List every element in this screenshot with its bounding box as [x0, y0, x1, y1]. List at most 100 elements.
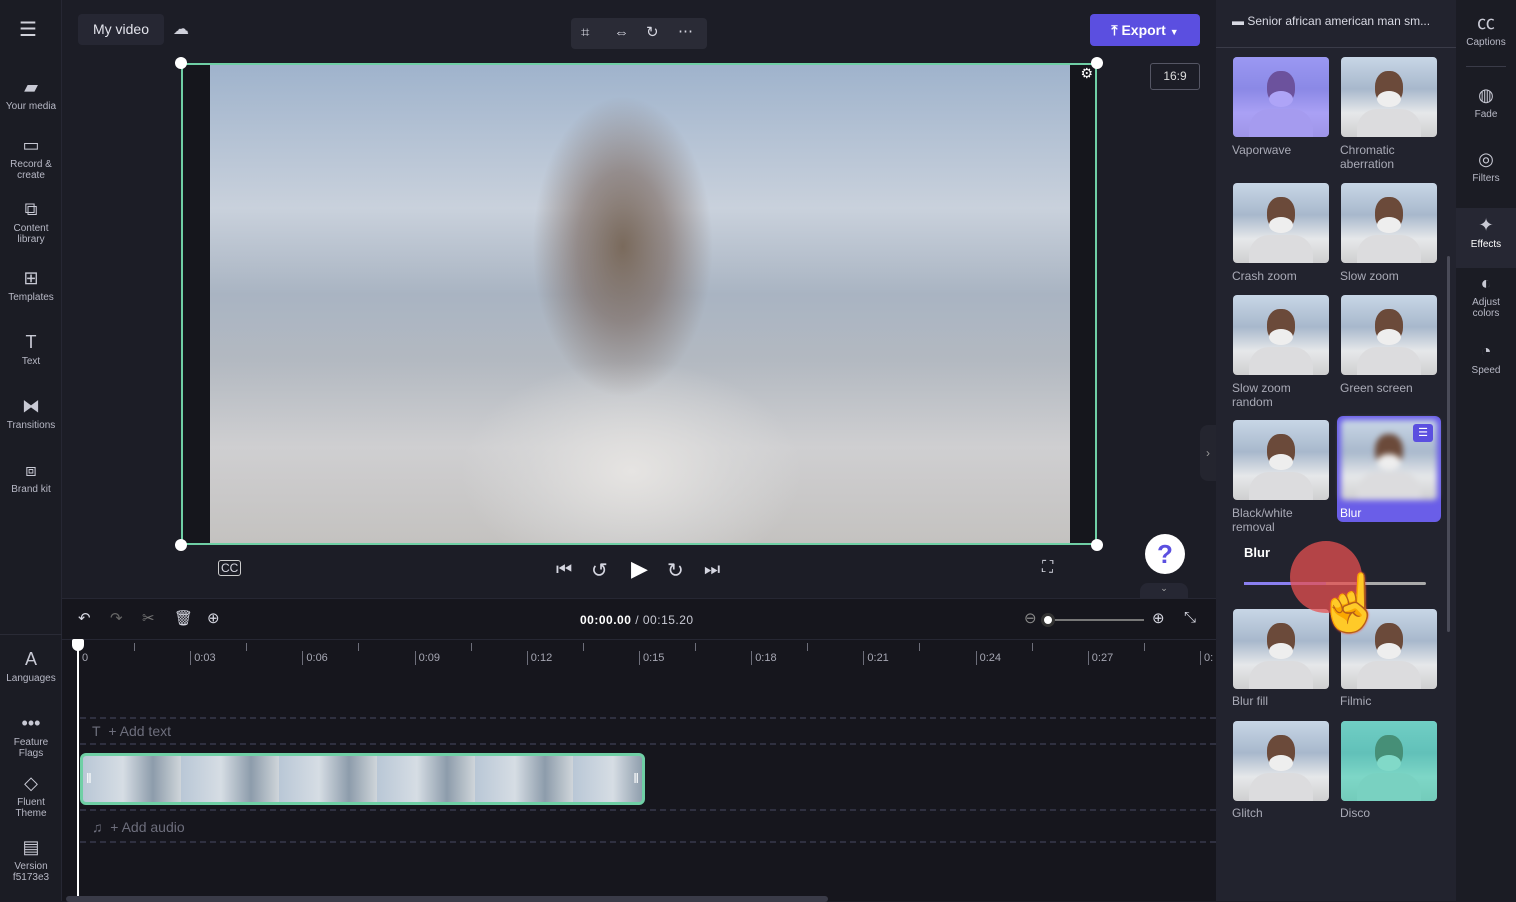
video-canvas[interactable]: ⚙	[181, 63, 1097, 545]
timeline: ↶ ↷ ✂ 🗑 ⊕ 00:00.00 / 00:15.20 ⊖ ⊕ ⤡ 0 0:0…	[62, 598, 1257, 902]
effect-label: Disco	[1340, 806, 1371, 820]
hamburger-menu-icon[interactable]: ☰	[19, 20, 39, 40]
crop-icon[interactable]: ⌗	[581, 24, 589, 41]
fullscreen-icon[interactable]: ⛶	[1042, 559, 1053, 577]
nav-item-languages[interactable]: A Languages	[0, 648, 62, 684]
hand-cursor-icon: ☝	[1315, 571, 1386, 634]
rewind-5-icon[interactable]: ↺	[591, 558, 608, 583]
aspect-ratio-button[interactable]: 16:9	[1150, 63, 1200, 90]
project-title[interactable]: My video	[78, 14, 164, 45]
nav-item-brand-kit[interactable]: ⧈ Brand kit	[0, 459, 62, 495]
effect-label: Slow zoom random	[1232, 381, 1291, 409]
effect-settings-icon[interactable]: ☰	[1413, 424, 1433, 442]
zoom-slider[interactable]	[1046, 619, 1144, 621]
ruler-tick-label: 0	[78, 651, 88, 665]
rail-item-label: Adjust colors	[1472, 297, 1500, 319]
settings-gear-icon[interactable]: ⚙	[1080, 65, 1093, 82]
add-audio-track[interactable]: ♫ + Add audio	[92, 819, 185, 835]
nav-item-content[interactable]: ⧉ Content library	[0, 198, 62, 245]
divider	[0, 634, 62, 635]
resize-handle-top-left[interactable]	[175, 57, 187, 69]
effect-thumbnail-glitch[interactable]	[1233, 721, 1329, 801]
nav-item-transitions[interactable]: ⧓ Transitions	[0, 395, 62, 431]
nav-item-label: Feature Flags	[13, 737, 49, 759]
effect-thumbnail-disco[interactable]	[1341, 721, 1437, 801]
ruler-minor-tick	[807, 643, 809, 651]
ruler-tick-label: 0:24	[975, 651, 1001, 665]
paint-bucket-icon: ◇	[24, 773, 38, 793]
panel-scrollbar[interactable]	[1447, 256, 1450, 632]
rail-item-effects[interactable]: ✦ Effects	[1456, 208, 1516, 268]
nav-item-templates[interactable]: ⊞ Templates	[0, 267, 62, 303]
export-label: Export	[1121, 22, 1166, 38]
rail-item-speed[interactable]: ◔ Speed	[1456, 340, 1516, 376]
video-clip[interactable]: ‖ ‖	[80, 753, 645, 805]
rail-item-adjust[interactable]: ◐ Adjust colors	[1456, 272, 1516, 319]
nav-item-label: Transitions	[6, 420, 56, 431]
nav-item-text[interactable]: T Text	[0, 331, 62, 367]
archive-icon: ▤	[22, 837, 40, 857]
zoom-out-icon[interactable]: ⊖	[1024, 609, 1037, 627]
help-button[interactable]: ?	[1145, 534, 1185, 574]
more-options-icon[interactable]: ⋯	[678, 22, 693, 40]
zoom-in-icon[interactable]: ⊕	[1152, 609, 1165, 627]
nav-item-label: Version f5173e3	[12, 861, 50, 883]
rail-item-label: Fade	[1474, 109, 1498, 120]
nav-item-your-media[interactable]: ▰ Your media	[0, 76, 62, 112]
fade-icon: ◍	[1478, 85, 1494, 105]
effect-thumbnail-blur-fill[interactable]	[1233, 609, 1329, 689]
cut-icon[interactable]: ✂	[142, 609, 155, 627]
export-button[interactable]: ⤒ Export ▼	[1090, 14, 1200, 46]
skip-forward-icon[interactable]: ⏭	[704, 559, 720, 580]
library-icon: ⧉	[24, 199, 38, 219]
fit-icon[interactable]: ⇔	[614, 24, 629, 41]
collapse-right-panel-button[interactable]: ›	[1200, 425, 1216, 481]
forward-5-icon[interactable]: ↻	[667, 558, 684, 583]
nav-item-record[interactable]: ▭ Record & create	[0, 134, 62, 181]
nav-item-label: Text	[21, 356, 41, 367]
divider	[1466, 66, 1506, 67]
rail-item-filters[interactable]: ◎ Filters	[1456, 148, 1516, 184]
effect-thumbnail-green-screen[interactable]	[1341, 295, 1437, 375]
trim-handle-right[interactable]: ‖	[633, 770, 639, 786]
effect-label: Blur fill	[1232, 694, 1269, 708]
effect-thumbnail-slow-zoom[interactable]	[1233, 295, 1329, 375]
fit-timeline-icon[interactable]: ⤡	[1184, 609, 1196, 626]
rail-item-captions[interactable]: ㏄ Captions	[1456, 12, 1516, 48]
rail-item-fade[interactable]: ◍ Fade	[1456, 84, 1516, 120]
skip-back-icon[interactable]: ⏮	[556, 559, 572, 580]
add-to-timeline-icon[interactable]: ⊕	[207, 609, 220, 627]
rail-item-label: Effects	[1470, 239, 1502, 250]
effect-thumbnail-vaporwave[interactable]	[1233, 57, 1329, 137]
collapse-timeline-button[interactable]: ⌄	[1140, 583, 1188, 598]
redo-icon[interactable]: ↷	[110, 609, 123, 627]
trim-handle-left[interactable]: ‖	[86, 770, 92, 786]
zoom-slider-thumb[interactable]	[1041, 613, 1055, 627]
playhead[interactable]	[77, 639, 79, 902]
ruler-tick-label: 0:09	[414, 651, 440, 665]
languages-icon: A	[24, 649, 37, 669]
divider	[80, 717, 1216, 719]
add-text-track[interactable]: T + Add text	[92, 723, 171, 739]
nav-item-fluent[interactable]: ◇ Fluent Theme	[0, 772, 62, 819]
current-time: 00:00.00	[580, 613, 632, 627]
horizontal-scrollbar[interactable]	[66, 896, 828, 902]
play-icon[interactable]: ▶	[631, 556, 648, 582]
effect-thumbnail-chromatic[interactable]	[1341, 57, 1437, 137]
rotate-icon[interactable]: ↻	[646, 23, 659, 41]
blur-slider-label: Blur	[1244, 545, 1270, 560]
playhead-handle[interactable]	[72, 639, 84, 651]
resize-handle-top-right[interactable]	[1091, 57, 1103, 69]
undo-icon[interactable]: ↶	[78, 609, 91, 627]
delete-icon[interactable]: 🗑	[174, 609, 193, 627]
nav-item-feature[interactable]: ••• Feature Flags	[0, 712, 62, 759]
resize-handle-bottom-left[interactable]	[175, 539, 187, 551]
effect-thumbnail-slow-zoom[interactable]	[1341, 183, 1437, 263]
ruler-minor-tick	[919, 643, 921, 651]
effect-thumbnail-crash-zoom[interactable]	[1233, 183, 1329, 263]
auto-captions-icon[interactable]: CC	[218, 560, 242, 576]
resize-handle-bottom-right[interactable]	[1091, 539, 1103, 551]
nav-item-version[interactable]: ▤ Version f5173e3	[0, 836, 62, 883]
text-icon: T	[92, 723, 109, 739]
effect-thumbnail-black-white[interactable]	[1233, 420, 1329, 500]
